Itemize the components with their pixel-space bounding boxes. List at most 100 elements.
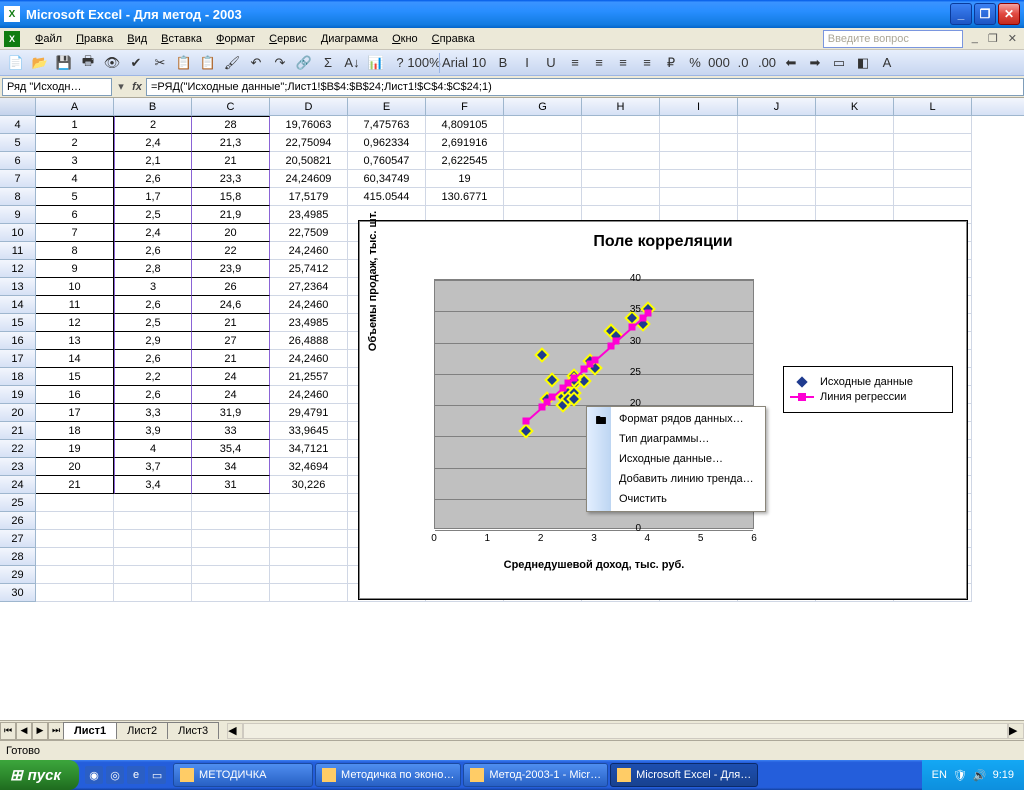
cell-D4[interactable]: 19,76063 [270, 116, 348, 134]
col-header-K[interactable]: K [816, 98, 894, 115]
cell-C23[interactable]: 34 [192, 458, 270, 476]
cell-D30[interactable] [270, 584, 348, 602]
menu-Диаграмма[interactable]: Диаграмма [314, 31, 385, 47]
cell-D7[interactable]: 24,24609 [270, 170, 348, 188]
cell-D9[interactable]: 23,4985 [270, 206, 348, 224]
toolbar-button[interactable]: ✔ [125, 52, 147, 74]
worksheet-grid[interactable]: ABCDEFGHIJKL 4122819,760637,4757634,8091… [0, 98, 1024, 720]
cell-B17[interactable]: 2,6 [114, 350, 192, 368]
cell-C30[interactable] [192, 584, 270, 602]
cell-B14[interactable]: 2,6 [114, 296, 192, 314]
cell-A4[interactable]: 1 [36, 116, 114, 134]
cell-F7[interactable]: 19 [426, 170, 504, 188]
cell-D11[interactable]: 24,2460 [270, 242, 348, 260]
row-header[interactable]: 16 [0, 332, 36, 350]
menu-Справка[interactable]: Справка [425, 31, 482, 47]
toolbar-button[interactable]: 🔗 [293, 52, 315, 74]
cell-B29[interactable] [114, 566, 192, 584]
cell-B22[interactable]: 4 [114, 440, 192, 458]
regression-point[interactable] [570, 375, 577, 382]
minimize-button[interactable]: _ [950, 3, 972, 25]
regression-point[interactable] [629, 324, 636, 331]
row-header[interactable]: 7 [0, 170, 36, 188]
col-header-G[interactable]: G [504, 98, 582, 115]
row-header[interactable]: 19 [0, 386, 36, 404]
maximize-button[interactable]: ❐ [974, 3, 996, 25]
cell-B26[interactable] [114, 512, 192, 530]
cell-I8[interactable] [660, 188, 738, 206]
menu-Сервис[interactable]: Сервис [262, 31, 314, 47]
menu-Правка[interactable]: Правка [69, 31, 120, 47]
cell-J6[interactable] [738, 152, 816, 170]
cell-H6[interactable] [582, 152, 660, 170]
language-indicator[interactable]: EN [932, 769, 947, 781]
toolbar-button[interactable]: ≡ [612, 52, 634, 74]
cell-B16[interactable]: 2,9 [114, 332, 192, 350]
cell-G8[interactable] [504, 188, 582, 206]
toolbar-button[interactable]: ₽ [660, 52, 682, 74]
help-search-box[interactable]: Введите вопрос [823, 30, 963, 48]
menu-clear[interactable]: Очистить [589, 489, 763, 509]
cell-C27[interactable] [192, 530, 270, 548]
cell-D29[interactable] [270, 566, 348, 584]
cell-C11[interactable]: 22 [192, 242, 270, 260]
data-point[interactable] [579, 376, 589, 386]
cell-E7[interactable]: 60,34749 [348, 170, 426, 188]
cell-K7[interactable] [816, 170, 894, 188]
toolbar-button[interactable]: ◧ [852, 52, 874, 74]
cell-B30[interactable] [114, 584, 192, 602]
cell-C24[interactable]: 31 [192, 476, 270, 494]
toolbar-button[interactable]: 100% [413, 52, 435, 74]
cell-J5[interactable] [738, 134, 816, 152]
cell-A27[interactable] [36, 530, 114, 548]
toolbar-button[interactable]: 000 [708, 52, 730, 74]
col-header-H[interactable]: H [582, 98, 660, 115]
cell-I5[interactable] [660, 134, 738, 152]
toolbar-button[interactable]: B [492, 52, 514, 74]
regression-point[interactable] [592, 356, 599, 363]
menu-Вставка[interactable]: Вставка [154, 31, 209, 47]
col-header-B[interactable]: B [114, 98, 192, 115]
cell-A8[interactable]: 5 [36, 188, 114, 206]
tray-icon[interactable]: 🛡 [953, 769, 967, 782]
toolbar-button[interactable]: U [540, 52, 562, 74]
cell-D17[interactable]: 24,2460 [270, 350, 348, 368]
cell-A17[interactable]: 14 [36, 350, 114, 368]
cell-J8[interactable] [738, 188, 816, 206]
toolbar-button[interactable]: I [516, 52, 538, 74]
toolbar-button[interactable]: 🖶 [77, 52, 99, 74]
workbook-icon[interactable]: X [4, 31, 20, 47]
menu-chart-type[interactable]: Тип диаграммы… [589, 429, 763, 449]
toolbar-button[interactable]: ↶ [245, 52, 267, 74]
embedded-chart[interactable]: Поле корреляции Объемы продаж, тыс. шт. … [358, 220, 968, 600]
cell-B4[interactable]: 2 [114, 116, 192, 134]
cell-K5[interactable] [816, 134, 894, 152]
menu-source-data[interactable]: Исходные данные… [589, 449, 763, 469]
col-header-J[interactable]: J [738, 98, 816, 115]
toolbar-button[interactable]: .00 [756, 52, 778, 74]
cell-C5[interactable]: 21,3 [192, 134, 270, 152]
col-header-L[interactable]: L [894, 98, 972, 115]
toolbar-button[interactable]: 10 [468, 52, 490, 74]
menu-format-series[interactable]: 🖿Формат рядов данных… [589, 409, 763, 429]
tray-icon[interactable]: 🔊 [973, 769, 987, 782]
toolbar-button[interactable]: 📋 [197, 52, 219, 74]
cell-A24[interactable]: 21 [36, 476, 114, 494]
cell-H7[interactable] [582, 170, 660, 188]
cell-F5[interactable]: 2,691916 [426, 134, 504, 152]
cell-A7[interactable]: 4 [36, 170, 114, 188]
formula-input[interactable]: =РЯД("Исходные данные";Лист1!$B$4:$B$24;… [146, 78, 1024, 96]
toolbar-button[interactable]: ≡ [636, 52, 658, 74]
col-header-F[interactable]: F [426, 98, 504, 115]
horizontal-scrollbar[interactable]: ◀▶ [227, 723, 1024, 739]
cell-A18[interactable]: 15 [36, 368, 114, 386]
cell-D15[interactable]: 23,4985 [270, 314, 348, 332]
cell-C14[interactable]: 24,6 [192, 296, 270, 314]
cell-D18[interactable]: 21,2557 [270, 368, 348, 386]
cell-D21[interactable]: 33,9645 [270, 422, 348, 440]
sheet-tab[interactable]: Лист2 [116, 722, 168, 739]
cell-A26[interactable] [36, 512, 114, 530]
menu-Файл[interactable]: Файл [28, 31, 69, 47]
cell-L8[interactable] [894, 188, 972, 206]
cell-A9[interactable]: 6 [36, 206, 114, 224]
